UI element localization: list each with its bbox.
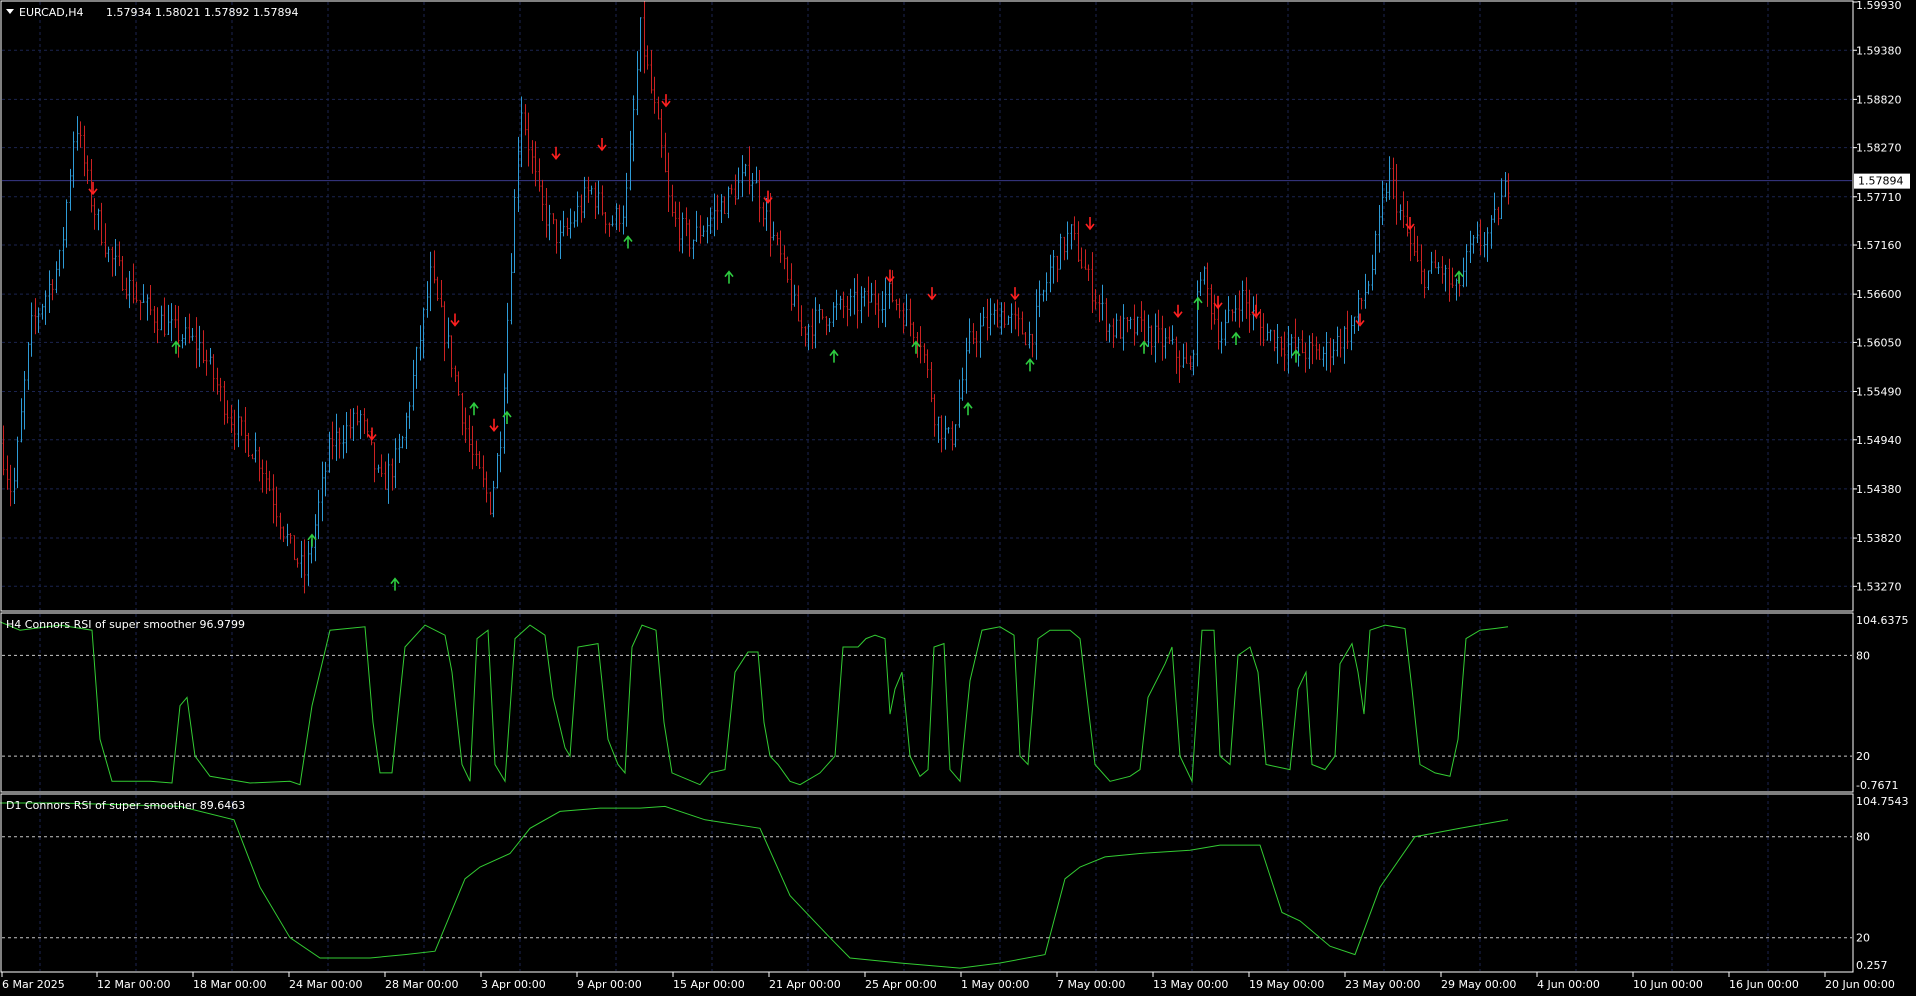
time-tick-label: 13 May 00:00 [1153, 978, 1228, 991]
price-tick-label: 1.53270 [1856, 580, 1902, 593]
time-tick-label: 10 Jun 00:00 [1633, 978, 1703, 991]
time-tick-label: 19 May 00:00 [1249, 978, 1324, 991]
price-tick-label: 1.59930 [1856, 0, 1902, 12]
ohlc-values: 1.57934 1.58021 1.57892 1.57894 [106, 6, 298, 19]
h4-axis-label: 104.6375 [1856, 614, 1909, 627]
time-tick-label: 1 May 00:00 [961, 978, 1029, 991]
d1-axis-label: 80 [1856, 831, 1870, 844]
price-tick-label: 1.57710 [1856, 191, 1902, 204]
price-tick-label: 1.56600 [1856, 288, 1902, 301]
time-tick-label: 25 Apr 00:00 [865, 978, 937, 991]
price-tick-label: 1.53820 [1856, 532, 1902, 545]
h4-axis-label: -0.7671 [1856, 779, 1898, 792]
time-tick-label: 15 Apr 00:00 [673, 978, 745, 991]
time-tick-label: 21 Apr 00:00 [769, 978, 841, 991]
time-tick-label: 12 Mar 00:00 [97, 978, 170, 991]
h4-indicator-title: H4 Connors RSI of super smoother 96.9799 [6, 618, 245, 631]
price-tick-label: 1.54380 [1856, 483, 1902, 496]
time-tick-label: 18 Mar 00:00 [193, 978, 266, 991]
price-tick-label: 1.57160 [1856, 239, 1902, 252]
current-price-tag: 1.57894 [1854, 173, 1910, 189]
price-tick-label: 1.54940 [1856, 434, 1902, 447]
trading-chart[interactable]: 1.59930 1.59380 1.58820 1.58270 1.57710 1.571… [0, 0, 1916, 996]
time-tick-label: 16 Jun 00:00 [1729, 978, 1799, 991]
time-tick-label: 20 Jun 00:00 [1825, 978, 1895, 991]
price-tick-label: 1.58270 [1856, 142, 1902, 155]
h4-axis-label: 80 [1856, 649, 1870, 662]
symbol-timeframe: EURCAD,H4 [19, 6, 84, 19]
chart-header: EURCAD,H4 1.57934 1.58021 1.57892 1.5789… [6, 6, 298, 19]
time-tick-label: 4 Jun 00:00 [1537, 978, 1600, 991]
time-tick-label: 23 May 00:00 [1345, 978, 1420, 991]
time-tick-label: 29 May 00:00 [1441, 978, 1516, 991]
price-tick-label: 1.56050 [1856, 336, 1902, 349]
d1-axis-label: 0.257 [1856, 959, 1888, 972]
price-tick-label: 1.59380 [1856, 44, 1902, 57]
price-tick-label: 1.55490 [1856, 386, 1902, 399]
d1-axis-label: 104.7543 [1856, 795, 1909, 808]
time-tick-label: 3 Apr 00:00 [481, 978, 546, 991]
h4-axis-label: 20 [1856, 750, 1870, 763]
chart-background [0, 0, 1916, 996]
time-tick-label: 6 Mar 2025 [2, 978, 65, 991]
time-tick-label: 7 May 00:00 [1057, 978, 1125, 991]
time-tick-label: 24 Mar 00:00 [289, 978, 362, 991]
time-tick-label: 28 Mar 00:00 [385, 978, 458, 991]
d1-indicator-title: D1 Connors RSI of super smoother 89.6463 [6, 799, 245, 812]
time-tick-label: 9 Apr 00:00 [577, 978, 642, 991]
price-tick-label: 1.58820 [1856, 93, 1902, 106]
d1-axis-label: 20 [1856, 932, 1870, 945]
current-price-label: 1.57894 [1858, 175, 1904, 188]
